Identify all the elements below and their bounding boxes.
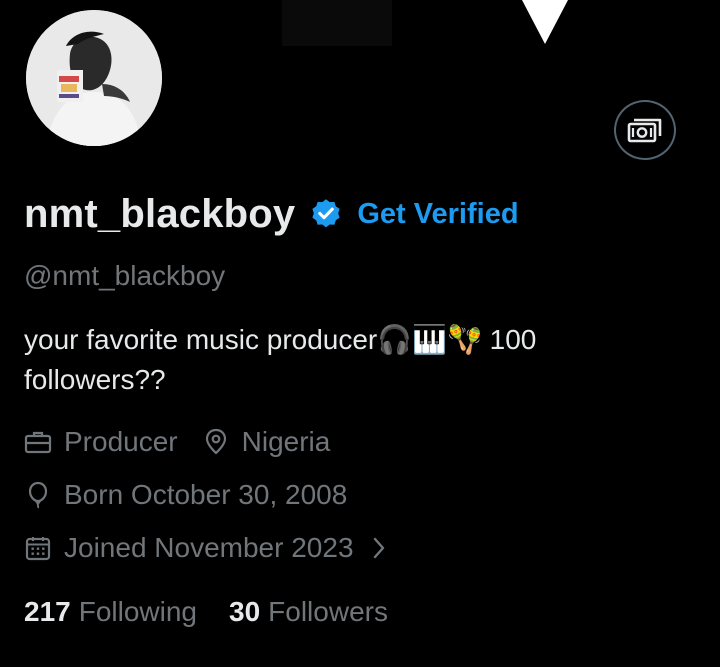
birthday-item: Born October 30, 2008 xyxy=(24,479,347,511)
location-item: Nigeria xyxy=(202,426,331,458)
profile-meta-row-3: Joined November 2023 xyxy=(24,528,386,568)
balloon-icon xyxy=(24,481,52,509)
work-item: Producer xyxy=(24,426,178,458)
bio-text: your favorite music producer🎧🎹🪇 100 foll… xyxy=(24,324,537,395)
following-count: 217 xyxy=(24,596,71,627)
chevron-right-icon[interactable] xyxy=(372,537,386,559)
get-verified-link[interactable]: Get Verified xyxy=(357,198,518,231)
display-name: nmt_blackboy xyxy=(24,191,296,236)
verified-badge-icon[interactable] xyxy=(309,197,343,231)
following-label: Following xyxy=(78,596,197,627)
user-handle: @nmt_blackboy xyxy=(24,260,226,291)
calendar-icon xyxy=(24,534,52,562)
avatar-image xyxy=(26,10,162,146)
banner-shape xyxy=(282,0,392,46)
followers-count: 30 xyxy=(229,596,261,627)
followers-label: Followers xyxy=(268,596,388,627)
briefcase-icon xyxy=(24,428,52,456)
joined-item[interactable]: Joined November 2023 xyxy=(24,532,386,564)
avatar[interactable] xyxy=(26,10,162,146)
location-label: Nigeria xyxy=(241,426,331,457)
profile-meta-row-1: Producer Nigeria xyxy=(24,422,330,462)
following-link[interactable]: 217 Following xyxy=(24,596,197,628)
banner-arrow xyxy=(522,0,568,44)
profile-meta-row-2: Born October 30, 2008 xyxy=(24,475,347,515)
follow-stats: 217 Following 30 Followers xyxy=(24,592,388,632)
name-row: nmt_blackboy Get Verified xyxy=(24,190,519,238)
joined-label: Joined November 2023 xyxy=(64,532,354,563)
tip-button[interactable] xyxy=(614,100,676,160)
money-icon xyxy=(627,118,662,143)
location-pin-icon xyxy=(202,428,230,456)
followers-link[interactable]: 30 Followers xyxy=(229,596,388,628)
birthday-label: Born October 30, 2008 xyxy=(64,479,348,510)
work-label: Producer xyxy=(64,426,178,457)
